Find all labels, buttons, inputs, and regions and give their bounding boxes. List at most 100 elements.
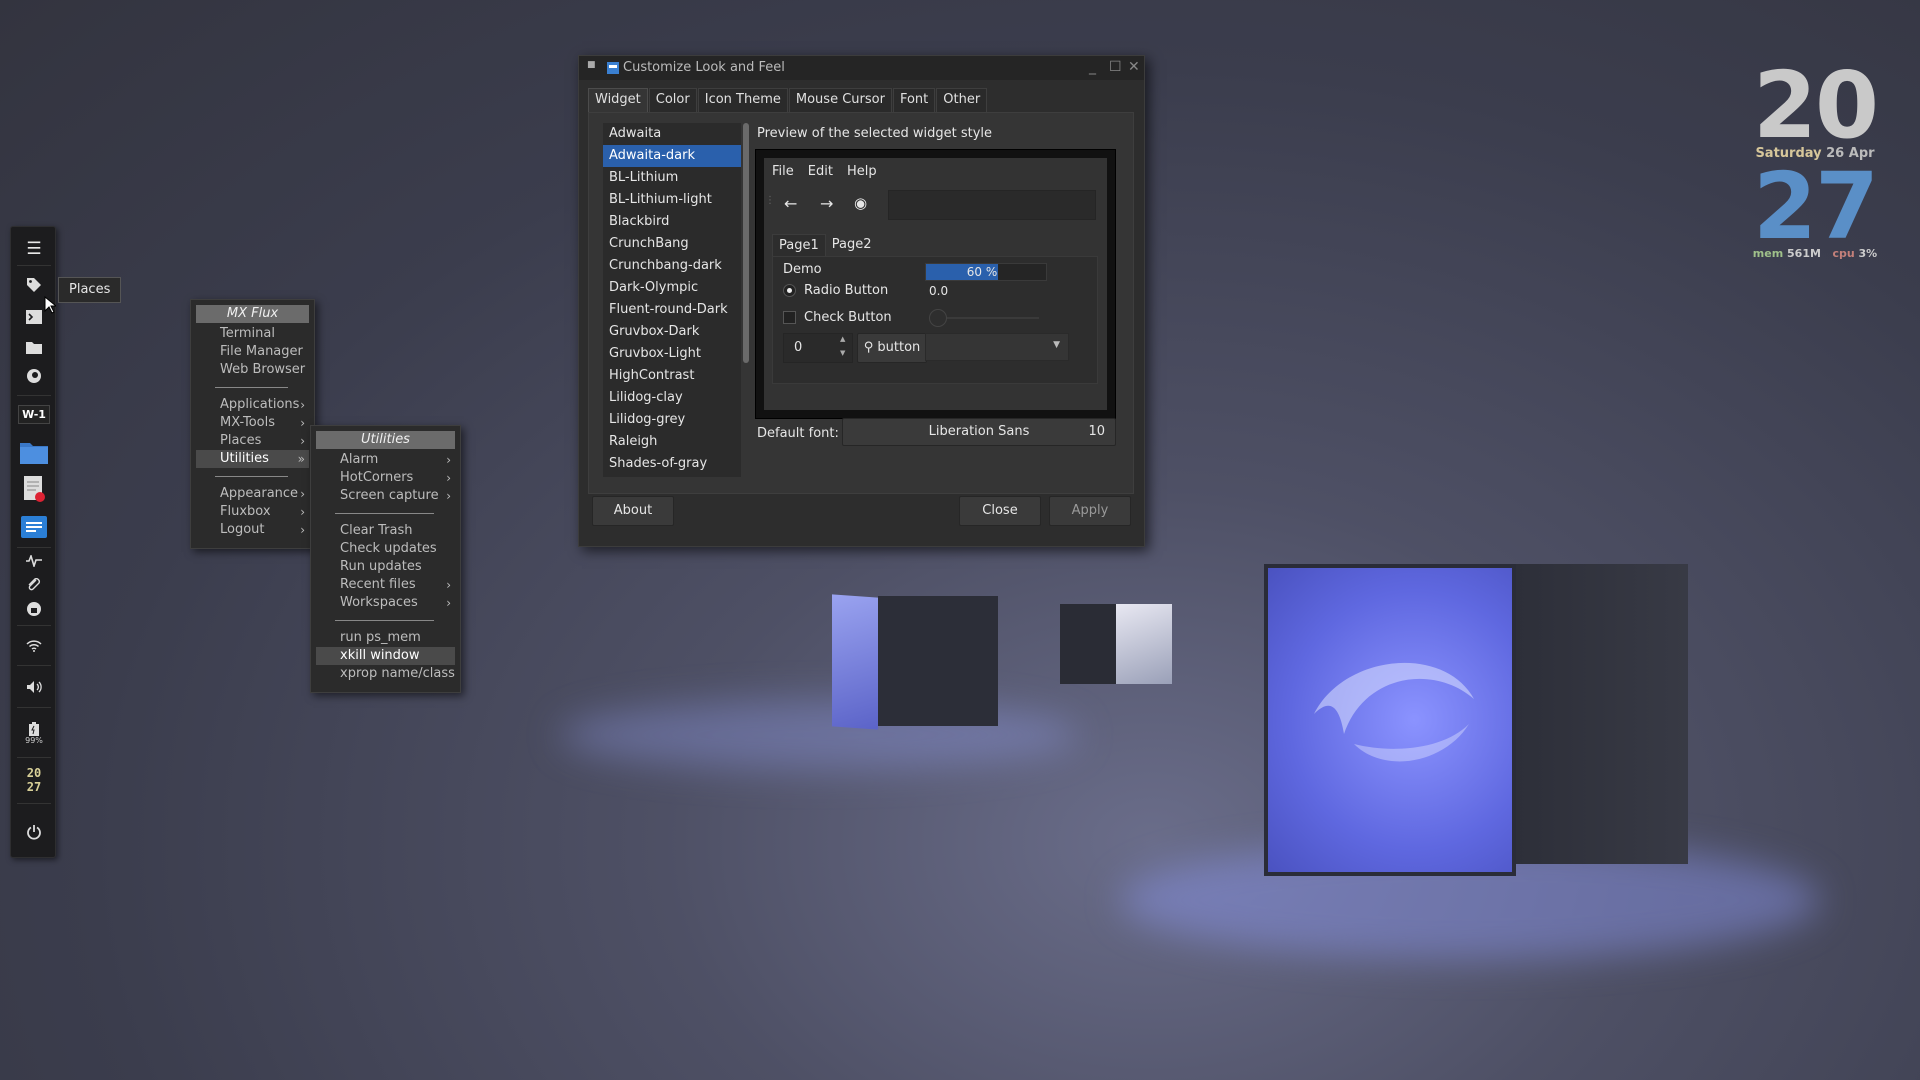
theme-list-item[interactable]: Adwaita: [603, 123, 741, 145]
radio-button[interactable]: Radio Button: [783, 283, 888, 298]
menu-item-appearance[interactable]: Appearance ›: [196, 485, 309, 503]
menu-item-fluxbox[interactable]: Fluxbox ›: [196, 503, 309, 521]
tab-color[interactable]: Color: [648, 88, 697, 112]
preview-combobox[interactable]: ▼: [925, 333, 1069, 361]
menu-item-applications[interactable]: Applications ›: [196, 396, 309, 414]
menu-item-file-manager[interactable]: File Manager: [196, 343, 309, 361]
menu-item-recent-files[interactable]: Recent files ›: [316, 576, 455, 594]
theme-list-scrollbar[interactable]: [743, 123, 749, 363]
preview-search-button[interactable]: ⚲ button: [857, 333, 927, 363]
menu-item-run-ps-mem[interactable]: run ps_mem: [316, 629, 455, 647]
preview-menu-help[interactable]: Help: [847, 164, 877, 179]
theme-list-item[interactable]: Shades-of-gray: [603, 453, 741, 475]
theme-list-item[interactable]: Dark-Olympic: [603, 277, 741, 299]
menu-item-xkill-window[interactable]: xkill window: [316, 647, 455, 665]
clip-icon[interactable]: [11, 573, 57, 597]
maximize-icon[interactable]: ☐: [1109, 59, 1122, 75]
back-arrow-icon[interactable]: ←: [784, 194, 797, 213]
check-button[interactable]: Check Button: [783, 310, 892, 325]
theme-list-item[interactable]: Lilidog-clay: [603, 387, 741, 409]
tab-widget[interactable]: Widget: [588, 88, 648, 112]
theme-list[interactable]: Adwaita Adwaita-dark BL-Lithium BL-Lithium-…: [603, 123, 741, 477]
radio-indicator: [783, 284, 796, 297]
about-button[interactable]: About: [592, 496, 674, 526]
preview-tab-page2[interactable]: Page2: [826, 234, 878, 256]
dialog-titlebar[interactable]: ■ Customize Look and Feel _ ☐ ✕: [579, 56, 1144, 80]
preview-label: Preview of the selected widget style: [757, 126, 993, 141]
theme-list-item[interactable]: Adwaita-dark: [603, 145, 741, 167]
font-chooser-button[interactable]: Liberation Sans 10: [842, 418, 1116, 446]
forward-arrow-icon[interactable]: →: [820, 194, 833, 213]
main-menu-icon[interactable]: ☰: [11, 234, 57, 264]
menu-item-label: Logout: [220, 522, 265, 537]
theme-list-item[interactable]: Blackbird: [603, 211, 741, 233]
conky-mem-value: 561M: [1787, 247, 1821, 260]
menu-item-utilities[interactable]: Utilities »: [196, 450, 309, 468]
settings-window-icon[interactable]: [11, 511, 57, 543]
file-manager-window-icon[interactable]: [11, 435, 57, 469]
preview-menu-edit[interactable]: Edit: [808, 164, 833, 179]
tab-other[interactable]: Other: [936, 88, 988, 112]
menu-item-workspaces[interactable]: Workspaces ›: [316, 594, 455, 612]
utilities-submenu: Utilities Alarm › HotCorners › Screen captur…: [310, 425, 461, 693]
theme-list-item[interactable]: Crunchbang-dark: [603, 255, 741, 277]
record-icon[interactable]: ◉: [854, 194, 867, 212]
menu-item-web-browser[interactable]: Web Browser: [196, 361, 309, 379]
theme-list-item[interactable]: Gruvbox-Dark: [603, 321, 741, 343]
folder-icon[interactable]: [11, 332, 57, 362]
close-window-icon[interactable]: ✕: [1128, 59, 1140, 75]
menu-separator: [335, 620, 434, 621]
theme-list-item[interactable]: Fluent-round-Dark: [603, 299, 741, 321]
theme-list-item[interactable]: BL-Lithium: [603, 167, 741, 189]
tab-font[interactable]: Font: [892, 88, 936, 112]
theme-list-item[interactable]: Lilidog-grey: [603, 409, 741, 431]
dock-clock-hour: 20: [26, 766, 42, 780]
dock-clock[interactable]: 20 27: [11, 763, 57, 797]
tab-mouse-cursor[interactable]: Mouse Cursor: [788, 88, 892, 112]
theme-list-item[interactable]: BL-Lithium-light: [603, 189, 741, 211]
minimize-icon[interactable]: _: [1089, 59, 1096, 75]
system-monitor-icon[interactable]: [11, 549, 57, 573]
conky-stats: mem 561M cpu 3%: [1740, 247, 1890, 260]
wifi-icon[interactable]: [11, 631, 57, 661]
theme-list-item[interactable]: HighContrast: [603, 365, 741, 387]
spin-up-icon[interactable]: ▲: [840, 335, 845, 343]
preview-toolbar-entry[interactable]: [888, 190, 1096, 220]
lock-icon[interactable]: [11, 597, 57, 621]
apply-button[interactable]: Apply: [1049, 496, 1131, 526]
text-editor-window-icon[interactable]: [11, 472, 57, 506]
menu-item-clear-trash[interactable]: Clear Trash: [316, 522, 455, 540]
menu-item-places[interactable]: Places ›: [196, 432, 309, 450]
theme-list-item[interactable]: Raleigh: [603, 431, 741, 453]
menu-item-mx-tools[interactable]: MX-Tools ›: [196, 414, 309, 432]
scale-slider-knob[interactable]: [929, 309, 947, 327]
menu-item-terminal[interactable]: Terminal: [196, 325, 309, 343]
preview-menu-file[interactable]: File: [772, 164, 794, 179]
volume-icon[interactable]: [11, 672, 57, 702]
spin-down-icon[interactable]: ▼: [840, 349, 845, 357]
widget-preview: File Edit Help ⋮ ← → ◉ Page1 Page2 Demo Rad…: [755, 149, 1116, 419]
menu-item-hotcorners[interactable]: HotCorners ›: [316, 469, 455, 487]
menu-item-logout[interactable]: Logout ›: [196, 521, 309, 539]
theme-list-item[interactable]: Gruvbox-Light: [603, 343, 741, 365]
scale-slider[interactable]: [929, 308, 1041, 328]
battery-indicator[interactable]: 99%: [11, 713, 57, 753]
menu-item-xprop-name-class[interactable]: xprop name/class: [316, 665, 455, 683]
menu-item-screen-capture[interactable]: Screen capture ›: [316, 487, 455, 505]
menu-separator: [215, 476, 288, 477]
theme-list-item[interactable]: CrunchBang: [603, 233, 741, 255]
menu-item-label: MX-Tools: [220, 415, 275, 430]
workspace-indicator[interactable]: W-1: [11, 399, 57, 429]
menu-item-alarm[interactable]: Alarm ›: [316, 451, 455, 469]
battery-percent: 99%: [25, 735, 43, 745]
menu-item-run-updates[interactable]: Run updates: [316, 558, 455, 576]
preview-tab-page1[interactable]: Page1: [772, 234, 826, 256]
spin-button[interactable]: 0 ▲ ▼: [783, 333, 853, 363]
submenu-arrow-icon: ›: [300, 505, 305, 519]
tab-icon-theme[interactable]: Icon Theme: [697, 88, 788, 112]
window-menu-icon[interactable]: ■: [587, 60, 596, 70]
browser-icon[interactable]: [11, 361, 57, 391]
power-icon[interactable]: [11, 817, 57, 847]
menu-item-check-updates[interactable]: Check updates: [316, 540, 455, 558]
close-button[interactable]: Close: [959, 496, 1041, 526]
